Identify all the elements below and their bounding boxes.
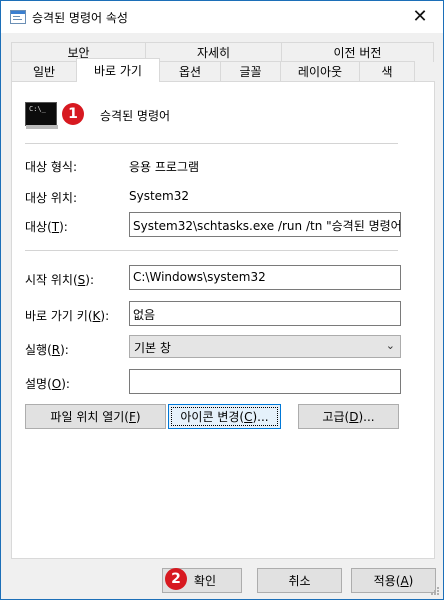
target-location-label: 대상 위치: xyxy=(25,191,78,205)
run-select[interactable]: 기본 창 ⌄ xyxy=(129,335,401,358)
start-in-input[interactable]: C:\Windows\system32 xyxy=(129,265,401,290)
tab-layout[interactable]: 레이아웃 xyxy=(280,61,360,81)
tab-options[interactable]: 옵션 xyxy=(159,61,221,81)
target-label: 대상(T): xyxy=(25,220,68,234)
cmd-icon: C:\_ xyxy=(25,102,58,129)
divider xyxy=(25,250,398,251)
advanced-button[interactable]: 고급(D)... xyxy=(298,404,399,429)
apply-button[interactable]: 적용(A) xyxy=(351,568,436,593)
comment-input[interactable] xyxy=(129,369,401,394)
change-icon-button[interactable]: 아이콘 변경(C)... xyxy=(168,404,281,429)
shortcut-name: 승격된 명령어 xyxy=(100,109,171,123)
target-location-value: System32 xyxy=(129,189,190,203)
comment-label: 설명(O): xyxy=(25,377,70,391)
shortcut-tab-panel: C:\_ 1 승격된 명령어 대상 형식: 응용 프로그램 대상 위치: Sys… xyxy=(11,81,435,559)
tab-colors[interactable]: 색 xyxy=(359,61,415,81)
target-type-value: 응용 프로그램 xyxy=(129,160,200,174)
shortcut-key-label: 바로 가기 키(K): xyxy=(25,309,110,323)
window-title: 승격된 명령어 속성 xyxy=(32,11,128,25)
cancel-button[interactable]: 취소 xyxy=(257,568,342,593)
open-file-location-button[interactable]: 파일 위치 열기(F) xyxy=(25,404,166,429)
chevron-down-icon: ⌄ xyxy=(385,339,395,352)
shortcut-properties-icon xyxy=(10,10,26,24)
run-label: 실행(R): xyxy=(25,343,69,357)
step-badge-2: 2 xyxy=(165,568,187,590)
target-type-label: 대상 형식: xyxy=(25,160,78,174)
close-icon: ✕ xyxy=(412,6,428,27)
tab-row-front: 일반 바로 가기 옵션 글꼴 레이아웃 색 xyxy=(11,58,415,82)
shortcut-key-input[interactable]: 없음 xyxy=(129,301,401,326)
resize-grip-icon[interactable] xyxy=(429,585,440,596)
tab-previous-versions[interactable]: 이전 버전 xyxy=(281,42,434,62)
run-select-value: 기본 창 xyxy=(134,341,171,355)
tab-details[interactable]: 자세히 xyxy=(145,42,282,62)
close-button[interactable]: ✕ xyxy=(397,1,443,32)
tab-shortcut[interactable]: 바로 가기 xyxy=(76,58,160,82)
tab-row-back: 보안 자세히 이전 버전 xyxy=(11,42,434,62)
tab-font[interactable]: 글꼴 xyxy=(220,61,281,81)
start-in-label: 시작 위치(S): xyxy=(25,273,95,287)
target-input[interactable]: System32\schtasks.exe /run /tn "승격된 명령어" xyxy=(129,212,401,237)
step-badge-1: 1 xyxy=(62,103,84,125)
tab-general[interactable]: 일반 xyxy=(11,61,77,81)
properties-dialog: 승격된 명령어 속성 ✕ 보안 자세히 이전 버전 일반 바로 가기 옵션 글꼴… xyxy=(0,0,444,600)
title-bar: 승격된 명령어 속성 ✕ xyxy=(1,1,443,33)
divider xyxy=(25,143,398,144)
